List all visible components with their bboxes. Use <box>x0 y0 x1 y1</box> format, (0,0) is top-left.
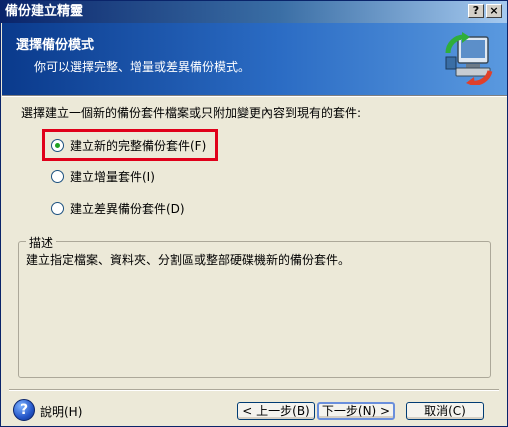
next-button[interactable]: 下一步(N) > <box>317 402 395 420</box>
description-title: 描述 <box>26 234 57 251</box>
radio-label-differential: 建立差異備份套件(D) <box>70 202 185 216</box>
window-title: 備份建立精靈 <box>5 4 84 19</box>
help-button[interactable]: 說明(H) <box>40 403 82 420</box>
wizard-header: 選擇備份模式 你可以選擇完整、增量或差異備份模式。 <box>2 23 507 95</box>
wizard-window: 備份建立精靈 ? × 選擇備份模式 你可以選擇完整、增量或差異備份模式。 選擇建… <box>0 0 508 427</box>
radio-label-incremental: 建立增量套件(I) <box>70 170 155 184</box>
footer-divider <box>9 389 499 391</box>
title-bar: 備份建立精靈 ? × <box>1 1 507 23</box>
mode-prompt: 選擇建立一個新的備份套件檔案或只附加變更內容到現有的套件: <box>21 106 362 120</box>
radio-incremental[interactable]: 建立增量套件(I) <box>51 168 171 186</box>
radio-label-full: 建立新的完整備份套件(F) <box>70 139 207 153</box>
radio-full-backup[interactable]: 建立新的完整備份套件(F) <box>51 137 211 155</box>
radio-differential[interactable]: 建立差異備份套件(D) <box>51 200 201 218</box>
back-button[interactable]: < 上一步(B) <box>237 402 315 420</box>
backup-computer-icon <box>445 32 493 85</box>
help-title-button[interactable]: ? <box>468 4 484 18</box>
header-title: 選擇備份模式 <box>16 38 95 53</box>
radio-button[interactable] <box>51 170 64 183</box>
header-divider <box>2 95 507 97</box>
help-icon[interactable]: ? <box>13 399 35 421</box>
cancel-button[interactable]: 取消(C) <box>406 402 484 420</box>
header-subtitle: 你可以選擇完整、增量或差異備份模式。 <box>34 60 251 74</box>
radio-button-checked[interactable] <box>51 139 64 152</box>
close-button[interactable]: × <box>486 4 502 18</box>
radio-button[interactable] <box>51 202 64 215</box>
description-text: 建立指定檔案、資料夾、分割區或整部硬碟機新的備份套件。 <box>26 253 351 267</box>
